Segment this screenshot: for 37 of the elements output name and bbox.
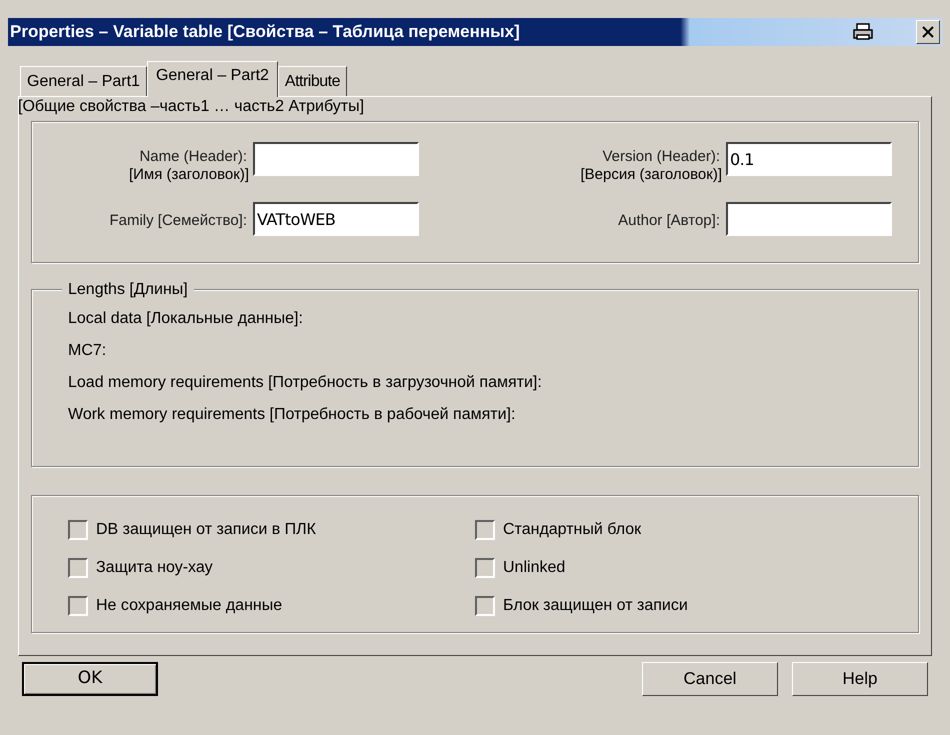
checkbox[interactable] bbox=[475, 558, 495, 578]
checkbox-label: Unlinked bbox=[503, 558, 566, 578]
close-icon bbox=[922, 26, 934, 38]
checkbox-label: Стандартный блок bbox=[503, 520, 642, 540]
dialog-button[interactable]: Cancel bbox=[642, 662, 778, 696]
checkbox-label: DB защищен от записи в ПЛК bbox=[96, 520, 316, 540]
checkbox-label: Блок защищен от записи bbox=[503, 596, 688, 616]
field-sublabel: [Версия (заголовок)] bbox=[580, 166, 722, 184]
field-label: Family [Семейство]: bbox=[109, 212, 247, 230]
length-label: MC7: bbox=[68, 341, 108, 361]
length-label: Work memory requirements [Потребность в рабочей памяти]: bbox=[68, 405, 516, 425]
checkbox-label: Не сохраняемые данные bbox=[96, 596, 282, 616]
length-label: Local data [Локальные данные]: bbox=[68, 309, 304, 329]
tab[interactable]: General – Part2 bbox=[146, 61, 278, 97]
checkbox[interactable] bbox=[475, 596, 495, 616]
window-title: Properties – Variable table [Свойства – Таблица переменных] bbox=[9, 21, 521, 44]
field-label: Version (Header): bbox=[602, 148, 720, 166]
dialog-button[interactable]: OK bbox=[22, 662, 158, 696]
dialog-button[interactable]: Help bbox=[792, 662, 928, 696]
input-field[interactable]: VATtoWEB bbox=[253, 202, 419, 236]
tab[interactable]: Attribute bbox=[278, 66, 347, 96]
input-field[interactable]: 0.1 bbox=[726, 142, 892, 176]
field-label: Author [Автор]: bbox=[618, 212, 720, 230]
input-field[interactable] bbox=[253, 142, 419, 176]
field-label: Name (Header): bbox=[139, 148, 247, 166]
checkbox[interactable] bbox=[68, 520, 88, 540]
printer-icon bbox=[853, 23, 873, 41]
close-button[interactable] bbox=[916, 20, 940, 44]
length-label: Load memory requirements [Потребность в загрузочной памяти]: bbox=[68, 373, 543, 393]
checkbox[interactable] bbox=[475, 520, 495, 540]
checkbox-label: Защита ноу-хау bbox=[96, 558, 213, 578]
tab-caption: [Общие свойства –часть1 … часть2 Атрибуты] bbox=[18, 97, 366, 117]
input-field[interactable] bbox=[726, 202, 892, 236]
field-sublabel: [Имя (заголовок)] bbox=[128, 166, 249, 184]
checkbox[interactable] bbox=[68, 558, 88, 578]
tab[interactable]: General – Part1 bbox=[20, 66, 147, 96]
checkbox[interactable] bbox=[68, 596, 88, 616]
